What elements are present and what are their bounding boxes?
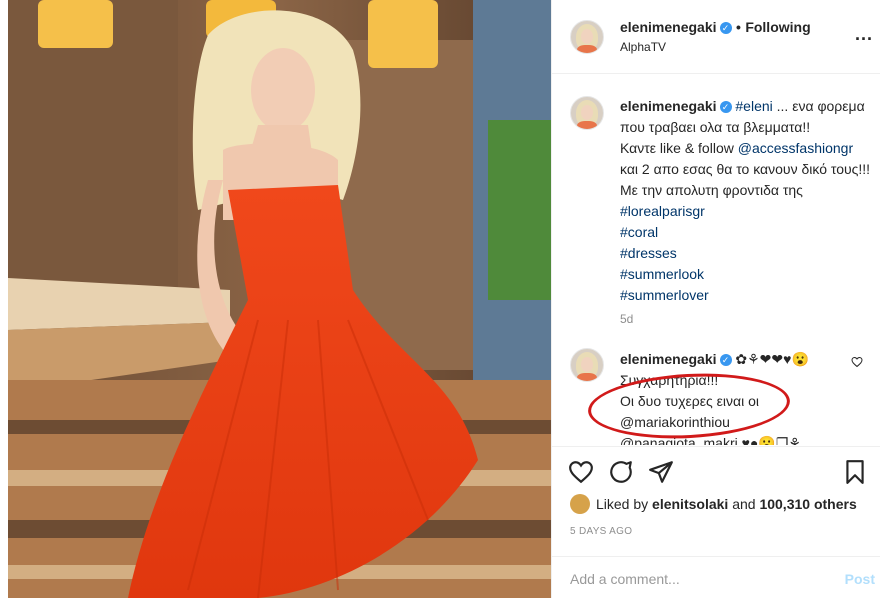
post-header: elenimenegaki ✓ • Following AlphaTV ... <box>552 0 880 74</box>
verified-icon: ✓ <box>719 101 732 113</box>
hashtag-link[interactable]: #eleni <box>735 98 772 114</box>
post-photo[interactable] <box>8 0 551 598</box>
comment-avatar[interactable] <box>570 348 604 382</box>
heart-icon[interactable] <box>568 459 594 485</box>
caption-text-2: Καντε like & follow <box>620 140 738 156</box>
verified-icon: ✓ <box>719 22 732 34</box>
post-button[interactable]: Post <box>845 571 875 587</box>
hashtag-link[interactable]: #lorealparisgr <box>620 203 705 219</box>
post-actions <box>552 446 880 487</box>
mention-link[interactable]: @panagiota_makri <box>620 435 738 445</box>
caption-username[interactable]: elenimenegaki <box>620 98 717 114</box>
likes-summary: Liked by elenitsolaki and 100,310 others <box>570 494 857 514</box>
avatar[interactable] <box>570 20 604 54</box>
caption: elenimenegaki ✓ #eleni ... ενα φορεμα που… <box>620 96 872 306</box>
likes-middle: and <box>732 496 756 512</box>
comment-line-2: Οι δυο τυχερες ειναι οι <box>620 393 759 409</box>
hashtag-link[interactable]: #summerlook <box>620 266 704 282</box>
hashtag-link[interactable]: #dresses <box>620 245 677 261</box>
comment: elenimenegaki ✓ ✿⚘❤❤♥😮 Συγχαρητηρια!!! Οι… <box>620 349 856 445</box>
post-sidebar: elenimenegaki ✓ • Following AlphaTV ... e… <box>551 0 880 598</box>
following-button[interactable]: Following <box>745 19 810 35</box>
mention-link[interactable]: @mariakorinthiou <box>620 414 730 430</box>
location-link[interactable]: AlphaTV <box>620 40 666 54</box>
verified-icon: ✓ <box>719 354 732 366</box>
comment-line-1: Συγχαρητηρια!!! <box>620 372 719 388</box>
comment-icon[interactable] <box>608 459 634 485</box>
like-comment-heart-icon[interactable] <box>851 356 863 368</box>
add-comment-bar: Add a comment... Post <box>552 556 880 599</box>
hashtag-link[interactable]: #coral <box>620 224 658 240</box>
liker-username[interactable]: elenitsolaki <box>652 496 728 512</box>
more-options-button[interactable]: ... <box>855 24 873 45</box>
studio-photo-illustration <box>8 0 551 598</box>
likes-prefix: Liked by <box>596 496 649 512</box>
header-separator: • <box>735 19 741 35</box>
add-comment-input[interactable]: Add a comment... <box>570 571 680 587</box>
caption-text-3: και 2 απο εσας θα το κανουν δικό τους!!!… <box>620 161 871 198</box>
caption-timestamp: 5d <box>620 312 634 326</box>
bookmark-icon[interactable] <box>842 459 868 485</box>
comment-emoji: ✿⚘❤❤♥😮 <box>735 351 809 367</box>
caption-avatar[interactable] <box>570 96 604 130</box>
header-username[interactable]: elenimenegaki <box>620 19 717 35</box>
post-date: 5 DAYS AGO <box>570 526 633 537</box>
likes-count-link[interactable]: 100,310 others <box>759 496 856 512</box>
liker-avatar[interactable] <box>570 494 590 514</box>
header-user-line: elenimenegaki ✓ • Following <box>620 19 811 37</box>
comment-tail-emoji: ♥●😮❐⚘ <box>741 435 801 445</box>
mention-link[interactable]: @accessfashiongr <box>738 140 853 156</box>
hashtag-link[interactable]: #summerlover <box>620 287 709 303</box>
share-icon[interactable] <box>648 459 674 485</box>
comment-username[interactable]: elenimenegaki <box>620 351 717 367</box>
